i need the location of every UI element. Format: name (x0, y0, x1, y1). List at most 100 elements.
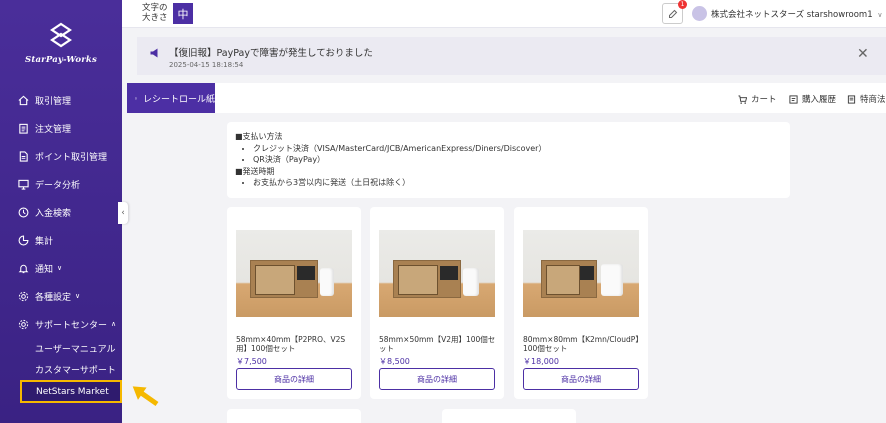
edit-icon (668, 9, 677, 18)
purchase-history-label: 購入履歴 (802, 95, 837, 105)
sidebar-item-settings[interactable]: 各種設定 ∨ (0, 282, 122, 310)
list-icon (135, 97, 137, 99)
payment-item: QR決済（PayPay） (253, 154, 782, 166)
sidebar-subitem-customer-support[interactable]: カスタマーサポート (0, 359, 122, 380)
sidebar-item-support-center[interactable]: サポートセンター ∧ (0, 310, 122, 338)
product-card[interactable] (227, 409, 361, 423)
sidebar-subitem-netstars-market[interactable]: NetStars Market (20, 380, 122, 403)
cart-link[interactable]: カート (738, 93, 777, 105)
shipping-item: お支払から3営以内に発送（土日祝は除く） (253, 177, 782, 189)
doc-icon (847, 94, 856, 104)
box-icon-graphic (580, 266, 594, 280)
font-size-label-line1: 文字の (142, 3, 168, 13)
bell-icon (18, 264, 29, 273)
sidebar-collapse-toggle[interactable]: ‹ (118, 202, 128, 224)
logo[interactable]: StarPay-Works (12, 22, 110, 65)
cart-icon (738, 94, 747, 104)
box-label-graphic (398, 265, 438, 295)
history-icon (789, 94, 798, 104)
announcement-time: 2025-04-15 18:18:54 (169, 61, 244, 69)
cart-label: カート (751, 95, 777, 105)
chevron-down-icon: ∨ (75, 292, 81, 300)
font-size-label-line2: 大きさ (142, 13, 168, 23)
box-icon-graphic (297, 266, 315, 280)
sidebar-subitem-label: ユーザーマニュアル (35, 345, 116, 355)
product-card[interactable]: 58mm×40mm【P2PRO、V2S用】100個セット ￥7,500 商品の詳… (227, 207, 361, 399)
product-image[interactable] (236, 230, 352, 317)
sidebar-item-label: サポートセンター (35, 320, 108, 331)
sidebar-subitem-user-manual[interactable]: ユーザーマニュアル (0, 338, 122, 359)
legal-notice-link[interactable]: 特商法 (847, 93, 886, 105)
product-image[interactable] (523, 230, 639, 317)
chevron-left-icon: ‹ (121, 208, 125, 218)
sidebar-item-summary[interactable]: 集計 (0, 226, 122, 254)
sidebar-subitem-label: NetStars Market (36, 386, 109, 397)
sidebar-item-label: 取引管理 (35, 96, 72, 107)
tab-receipt-roll[interactable]: レシートロール紙 (127, 83, 215, 113)
sidebar-item-notifications[interactable]: 通知 ∨ (0, 254, 122, 282)
logo-mark-icon (50, 22, 72, 48)
home-icon (18, 95, 29, 105)
product-title: 58mm×40mm【P2PRO、V2S用】100個セット (236, 335, 346, 353)
shipping-list: お支払から3営以内に発送（土日祝は除く） (235, 177, 782, 189)
product-box-graphic (393, 260, 461, 298)
gear-icon (18, 319, 29, 329)
sidebar-item-label: 通知 (35, 264, 54, 275)
payment-info-box: ■支払い方法 クレジット決済（VISA/MasterCard/JCB/Ameri… (227, 122, 790, 198)
sidebar-item-transactions[interactable]: 取引管理 (0, 86, 122, 114)
product-price: ￥7,500 (236, 357, 267, 366)
product-image[interactable] (379, 230, 495, 317)
sidebar-item-deposit-search[interactable]: 入金検索 (0, 198, 122, 226)
sidebar-item-analytics[interactable]: データ分析 (0, 170, 122, 198)
font-size-label: 文字の 大きさ (142, 3, 168, 23)
box-label-graphic (546, 265, 580, 295)
sidebar-item-orders[interactable]: 注文管理 (0, 114, 122, 142)
megaphone-icon (150, 48, 158, 58)
announcement-banner: 【復旧報】PayPayで障害が発生しておりました 2025-04-15 18:1… (137, 37, 886, 75)
logo-text: StarPay-Works (25, 55, 97, 65)
product-card[interactable]: 58mm×50mm【V2用】100個セット ￥8,500 商品の詳細 (370, 207, 504, 399)
clock-icon (18, 207, 29, 217)
product-box-graphic (541, 260, 597, 298)
product-title: 80mm×80mm【K2mn/CloudP】100個セット (523, 335, 640, 353)
product-detail-button[interactable]: 商品の詳細 (236, 368, 352, 390)
sidebar-item-label: 入金検索 (35, 208, 72, 219)
username-text: 株式会社ネットスターズ starshowroom1 (711, 10, 873, 20)
paper-roll-graphic (601, 264, 623, 296)
product-detail-button[interactable]: 商品の詳細 (379, 368, 495, 390)
product-detail-button[interactable]: 商品の詳細 (523, 368, 639, 390)
payment-item: クレジット決済（VISA/MasterCard/JCB/AmericanExpr… (253, 143, 782, 155)
shipping-heading: ■発送時期 (235, 166, 275, 176)
product-price: ￥18,000 (523, 357, 559, 366)
paper-roll-graphic (463, 268, 479, 296)
sidebar-item-points[interactable]: ポイント取引管理 (0, 142, 122, 170)
announcement-text[interactable]: 【復旧報】PayPayで障害が発生しておりました (169, 45, 373, 59)
chevron-down-icon: ∨ (57, 264, 63, 272)
market-tabbar: レシートロール紙 カート 購入履歴 特商法 (127, 83, 886, 113)
sidebar-item-label: 各種設定 (35, 292, 72, 303)
paper-roll-graphic (320, 268, 334, 296)
product-price: ￥8,500 (379, 357, 410, 366)
chevron-up-icon: ∧ (111, 320, 117, 328)
legal-notice-label: 特商法 (860, 95, 886, 105)
sidebar-subitem-label: カスタマーサポート (35, 366, 116, 376)
clipboard-icon (19, 123, 28, 134)
box-label-graphic (255, 265, 295, 295)
purchase-history-link[interactable]: 購入履歴 (789, 93, 836, 105)
product-box-graphic (250, 260, 318, 298)
close-icon[interactable]: ✕ (857, 46, 869, 62)
pointer-arrow-icon (132, 386, 159, 407)
topbar: 文字の 大きさ 中 1 株式会社ネットスターズ starshowroom1 ∨ (122, 0, 886, 28)
font-size-button[interactable]: 中 (173, 3, 193, 24)
product-title: 58mm×50mm【V2用】100個セット (379, 335, 496, 353)
gear-icon (18, 291, 29, 301)
product-card[interactable] (442, 409, 576, 423)
avatar[interactable] (692, 6, 707, 21)
product-card[interactable]: 80mm×80mm【K2mn/CloudP】100個セット ￥18,000 商品… (514, 207, 648, 399)
sidebar-item-label: データ分析 (35, 180, 81, 191)
user-menu[interactable]: 株式会社ネットスターズ starshowroom1 ∨ (711, 8, 882, 20)
document-icon (19, 150, 28, 162)
sidebar: StarPay-Works 取引管理 注文管理 ポイント取引管理 データ分析 入… (0, 0, 122, 423)
sidebar-item-label: 集計 (35, 236, 54, 247)
tab-label: レシートロール紙 (142, 94, 215, 105)
